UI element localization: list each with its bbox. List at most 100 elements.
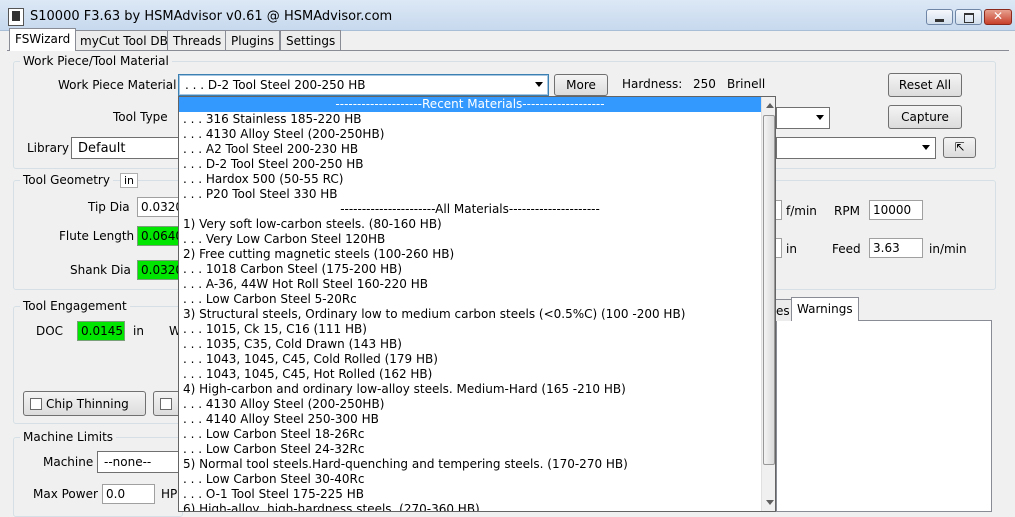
material-option[interactable]: 5) Normal tool steels.Hard-quenching and…	[179, 457, 761, 472]
material-label: Work Piece Material	[58, 78, 177, 92]
doc-input[interactable]: 0.0145	[77, 321, 125, 341]
library-select[interactable]: Default	[71, 137, 181, 159]
max-power-unit: HP	[161, 487, 178, 501]
chipload-unit: in	[786, 242, 797, 256]
tab-mycut-tool-db[interactable]: myCut Tool DB	[74, 30, 174, 50]
material-value: . . . D-2 Tool Steel 200-250 HB	[185, 78, 366, 92]
material-option[interactable]: . . . 1015, Ck 15, C16 (111 HB)	[179, 322, 761, 337]
rpm-input[interactable]: 10000	[869, 200, 923, 220]
minimize-button[interactable]	[926, 9, 953, 25]
feed-input[interactable]: 3.63	[869, 238, 923, 258]
material-option[interactable]: 3) Structural steels, Ordinary low to me…	[179, 307, 761, 322]
app-icon	[8, 8, 24, 26]
hardness-label: Hardness:	[622, 77, 683, 91]
tip-dia-input[interactable]: 0.0320	[137, 197, 179, 217]
material-option[interactable]: 6) High-alloy, high-hardness steels. (27…	[179, 502, 761, 511]
material-option[interactable]: . . . 4140 Alloy Steel 250-300 HB	[179, 412, 761, 427]
tab-fswizard[interactable]: FSWizard	[9, 28, 77, 51]
maximize-button[interactable]	[955, 9, 982, 25]
chip-thinning-checkbox[interactable]	[30, 398, 42, 410]
chip-thinning-toggle[interactable]: Chip Thinning	[23, 391, 146, 416]
capture-button[interactable]: Capture	[888, 105, 962, 129]
sfm-unit: f/min	[786, 204, 817, 218]
max-power-label: Max Power	[33, 487, 98, 501]
close-icon: ✕	[992, 9, 1004, 23]
engagement-option-checkbox[interactable]	[160, 398, 172, 410]
material-option[interactable]: . . . 4130 Alloy Steel (200-250HB)	[179, 397, 761, 412]
rpm-label: RPM	[834, 204, 860, 218]
geometry-unit[interactable]: in	[120, 173, 139, 188]
material-option[interactable]: . . . Low Carbon Steel 5-20Rc	[179, 292, 761, 307]
scroll-down-icon[interactable]	[762, 494, 775, 511]
machine-limits-group	[13, 437, 183, 517]
tab-warnings[interactable]: Warnings	[791, 297, 859, 321]
material-option[interactable]: . . . A2 Tool Steel 200-230 HB	[179, 142, 761, 157]
max-power-input[interactable]: 0.0	[102, 484, 155, 504]
feed-label: Feed	[832, 242, 861, 256]
tab-threads[interactable]: Threads	[167, 30, 228, 50]
more-button[interactable]: More	[554, 74, 608, 96]
machine-value: --none--	[104, 455, 152, 469]
feed-unit: in/min	[929, 242, 967, 256]
material-option[interactable]: ----------------------All Materials-----…	[179, 202, 761, 217]
material-option[interactable]: 2) Free cutting magnetic steels (100-260…	[179, 247, 761, 262]
material-option[interactable]: . . . 1043, 1045, C45, Hot Rolled (162 H…	[179, 367, 761, 382]
machine-limits-label: Machine Limits	[20, 430, 117, 444]
material-option[interactable]: . . . 1043, 1045, C45, Cold Rolled (179 …	[179, 352, 761, 367]
material-option[interactable]: . . . 1018 Carbon Steel (175-200 HB)	[179, 262, 761, 277]
material-option[interactable]: . . . Low Carbon Steel 18-26Rc	[179, 427, 761, 442]
material-option[interactable]: . . . 1035, C35, Cold Drawn (143 HB)	[179, 337, 761, 352]
material-option[interactable]: . . . Very Low Carbon Steel 120HB	[179, 232, 761, 247]
material-option[interactable]: 1) Very soft low-carbon steels. (80-160 …	[179, 217, 761, 232]
dropdown-scrollbar[interactable]	[761, 97, 775, 511]
hardness-value: 250	[693, 77, 716, 91]
tool-type-label: Tool Type	[113, 110, 168, 124]
material-option[interactable]: 4) High-carbon and ordinary low-alloy st…	[179, 382, 761, 397]
chevron-down-icon	[816, 115, 824, 120]
tip-dia-label: Tip Dia	[88, 200, 130, 214]
tab-settings[interactable]: Settings	[280, 30, 342, 50]
tool-geometry-label: Tool Geometry	[20, 173, 113, 187]
library-browse-button[interactable]: ⇱	[943, 137, 976, 158]
material-option[interactable]: . . . Hardox 500 (50-55 RC)	[179, 172, 761, 187]
flute-length-input[interactable]: 0.0640	[137, 226, 179, 246]
doc-unit: in	[133, 324, 144, 338]
shank-dia-label: Shank Dia	[70, 263, 131, 277]
machine-label: Machine	[43, 455, 94, 469]
tool-engagement-label: Tool Engagement	[20, 299, 130, 313]
reset-all-button[interactable]: Reset All	[888, 73, 962, 97]
cursor-icon: ⇱	[954, 140, 965, 154]
chevron-down-icon	[535, 82, 543, 87]
tab-divider	[7, 50, 1009, 51]
material-option[interactable]: . . . Low Carbon Steel 24-32Rc	[179, 442, 761, 457]
hardness-unit: Brinell	[727, 77, 766, 91]
scroll-thumb[interactable]	[763, 115, 775, 465]
material-options: --------------------Recent Materials----…	[179, 97, 761, 511]
title-bar: S10000 F3.63 by HSMAdvisor v0.61 @ HSMAd…	[0, 0, 1015, 31]
tab-plugins[interactable]: Plugins	[225, 30, 280, 50]
close-button[interactable]: ✕	[984, 9, 1012, 25]
flute-length-label: Flute Length	[59, 229, 135, 243]
material-option[interactable]: . . . Low Carbon Steel 30-40Rc	[179, 472, 761, 487]
shank-dia-input[interactable]: 0.0320	[137, 260, 179, 280]
material-dropdown-list[interactable]: --------------------Recent Materials----…	[178, 96, 776, 512]
scroll-up-icon[interactable]	[762, 97, 775, 114]
doc-label: DOC	[36, 324, 64, 338]
maximize-icon	[964, 13, 974, 23]
results-panel	[776, 320, 992, 512]
material-option[interactable]: . . . A-36, 44W Hot Roll Steel 160-220 H…	[179, 277, 761, 292]
minimize-icon	[935, 19, 944, 22]
workpiece-group-label: Work Piece/Tool Material	[20, 54, 172, 68]
material-option[interactable]: . . . 4130 Alloy Steel (200-250HB)	[179, 127, 761, 142]
machine-select[interactable]: --none--	[97, 451, 183, 473]
material-option[interactable]: . . . D-2 Tool Steel 200-250 HB	[179, 157, 761, 172]
tool-material-select[interactable]	[776, 107, 830, 129]
material-option[interactable]: . . . O-1 Tool Steel 175-225 HB	[179, 487, 761, 502]
material-option[interactable]: . . . P20 Tool Steel 330 HB	[179, 187, 761, 202]
library-value: Default	[78, 141, 126, 156]
material-select[interactable]: . . . D-2 Tool Steel 200-250 HB	[178, 74, 549, 96]
library-tool-select[interactable]	[776, 137, 936, 159]
material-option[interactable]: --------------------Recent Materials----…	[179, 97, 761, 112]
library-label: Library	[27, 141, 69, 155]
material-option[interactable]: . . . 316 Stainless 185-220 HB	[179, 112, 761, 127]
